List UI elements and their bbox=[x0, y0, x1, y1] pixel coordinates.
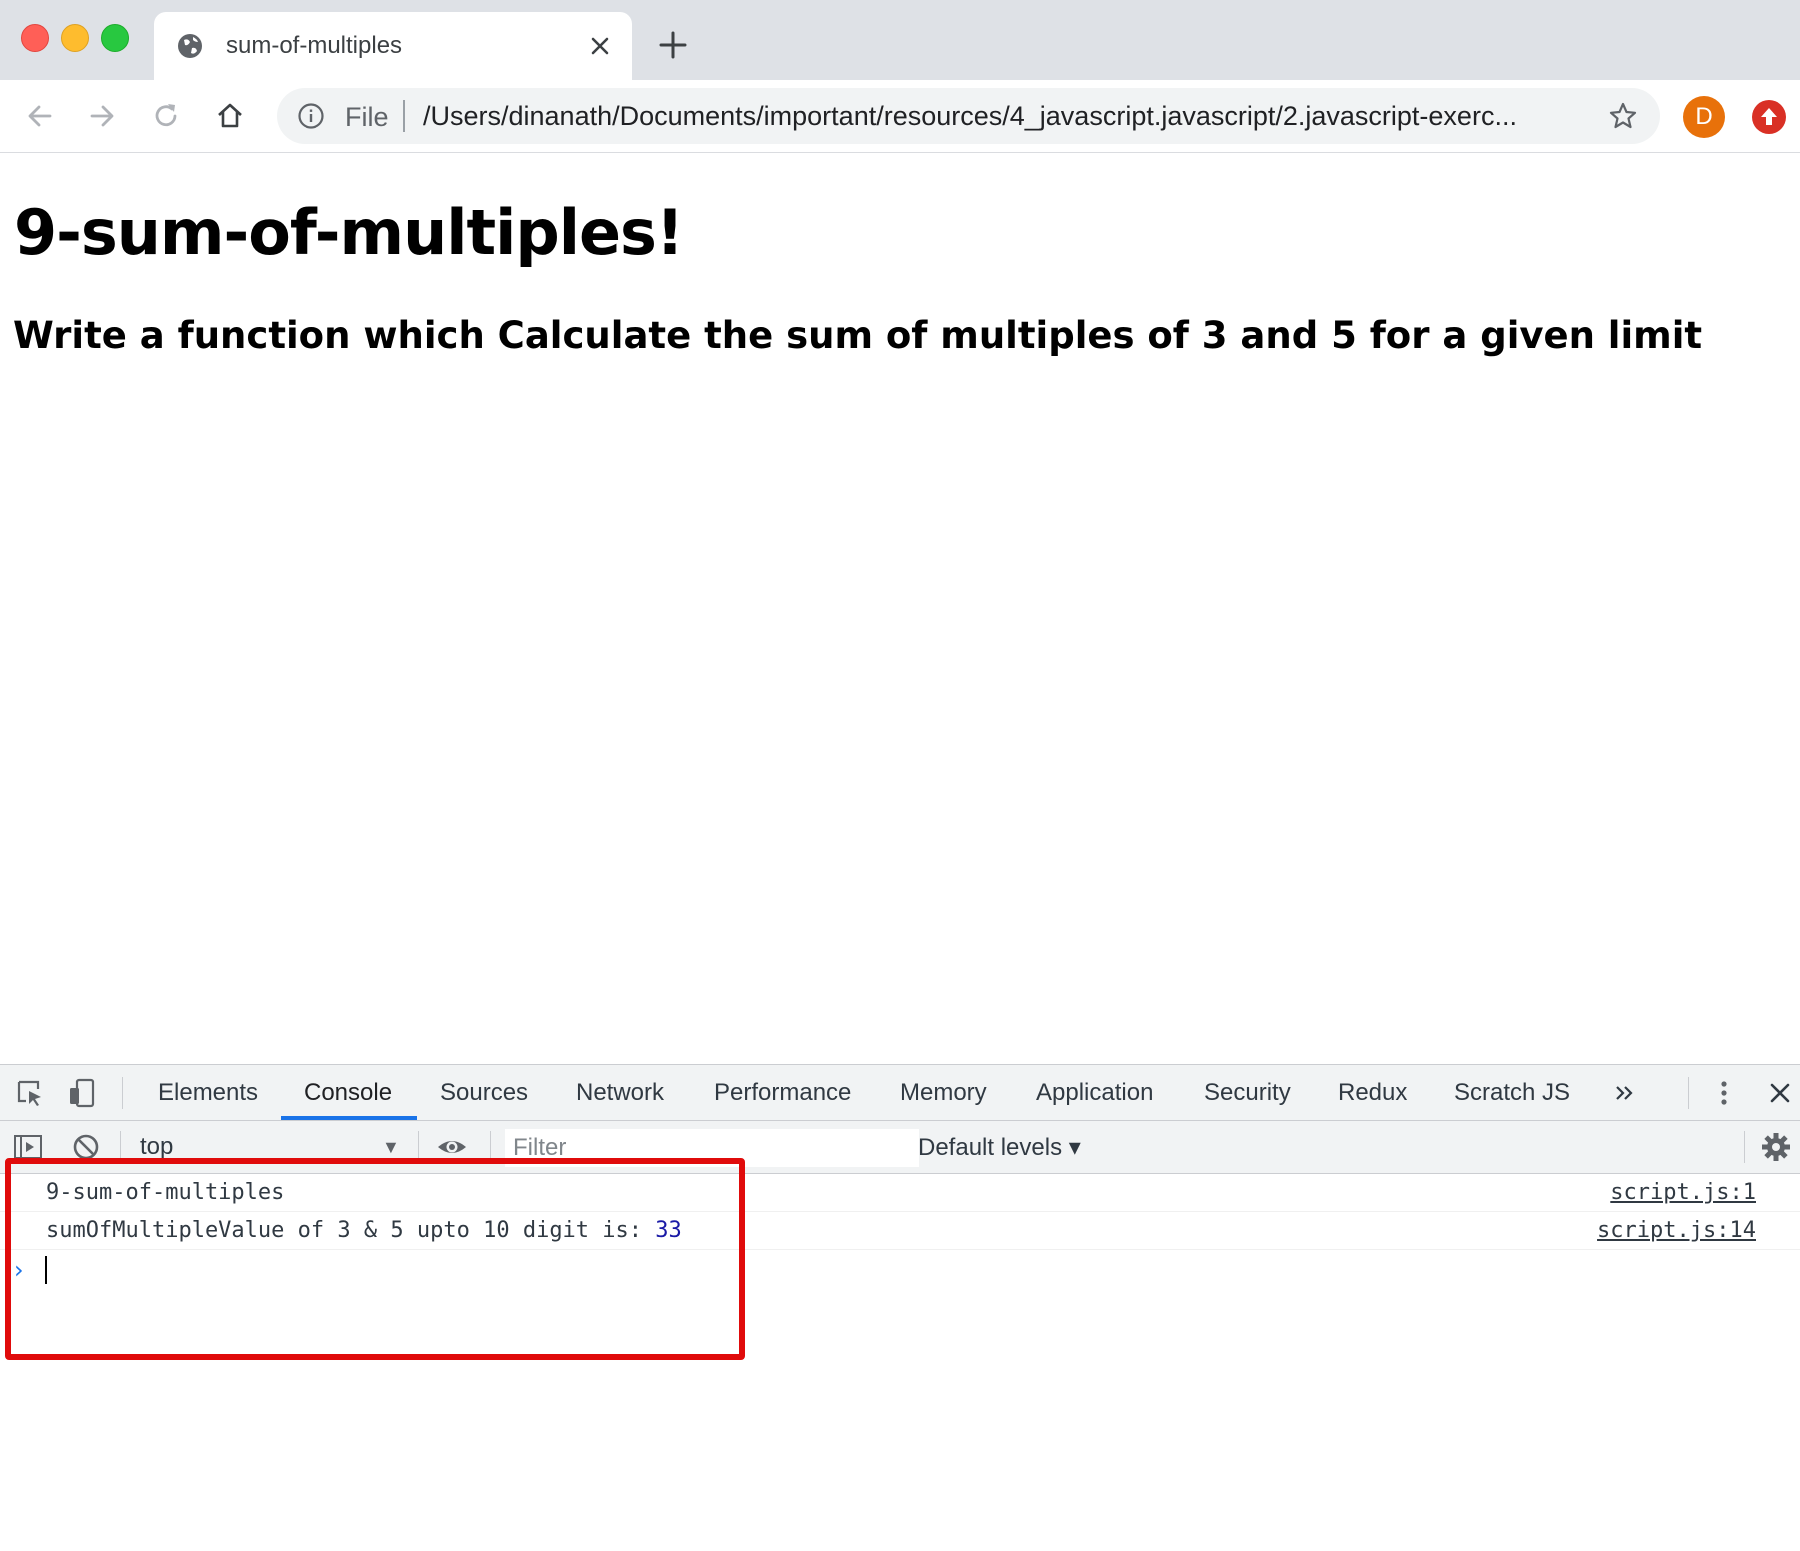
tab-network[interactable]: Network bbox=[576, 1079, 664, 1107]
page-title: 9-sum-of-multiples! bbox=[14, 196, 684, 269]
log-levels-label: Default levels bbox=[918, 1134, 1063, 1161]
minimize-window-button[interactable] bbox=[61, 24, 89, 52]
url-scheme: File bbox=[345, 102, 389, 132]
close-window-button[interactable] bbox=[21, 24, 49, 52]
back-arrow-icon[interactable] bbox=[22, 98, 58, 134]
tab-redux[interactable]: Redux bbox=[1338, 1079, 1407, 1107]
extension-upload-icon[interactable] bbox=[1752, 100, 1786, 134]
page-subtitle: Write a function which Calculate the sum… bbox=[13, 314, 1703, 357]
tab-elements[interactable]: Elements bbox=[158, 1079, 258, 1107]
device-toolbar-icon[interactable] bbox=[66, 1077, 98, 1109]
devtools-divider bbox=[1688, 1077, 1689, 1109]
tab-memory[interactable]: Memory bbox=[900, 1079, 987, 1107]
forward-arrow-icon[interactable] bbox=[84, 98, 120, 134]
active-tab-indicator bbox=[281, 1116, 417, 1120]
kebab-menu-icon[interactable] bbox=[1708, 1077, 1740, 1109]
devtools-tab-bar: Elements Console Sources Network Perform… bbox=[0, 1065, 1800, 1121]
devtools-divider bbox=[122, 1077, 123, 1109]
log-levels-dropdown[interactable]: Default levels ▾ bbox=[918, 1133, 1081, 1162]
new-tab-icon[interactable] bbox=[656, 28, 690, 62]
home-icon[interactable] bbox=[212, 98, 248, 134]
close-tab-icon[interactable] bbox=[584, 30, 616, 62]
reload-icon[interactable] bbox=[148, 98, 184, 134]
tab-title: sum-of-multiples bbox=[226, 32, 403, 59]
bookmark-star-icon[interactable] bbox=[1607, 100, 1639, 132]
tab-scratch-js[interactable]: Scratch JS bbox=[1454, 1079, 1570, 1107]
filter-divider bbox=[1744, 1131, 1745, 1163]
log-source-link[interactable]: script.js:14 bbox=[1597, 1218, 1756, 1243]
address-bar[interactable]: File /Users/dinanath/Documents/important… bbox=[277, 88, 1660, 144]
tab-sources[interactable]: Sources bbox=[440, 1079, 528, 1107]
maximize-window-button[interactable] bbox=[101, 24, 129, 52]
omnibox-divider bbox=[403, 100, 405, 132]
globe-icon bbox=[178, 34, 202, 58]
tab-performance[interactable]: Performance bbox=[714, 1079, 851, 1107]
tab-strip: sum-of-multiples bbox=[0, 0, 1800, 80]
highlight-annotation-box bbox=[5, 1158, 745, 1360]
log-source-link[interactable]: script.js:1 bbox=[1610, 1180, 1756, 1205]
info-icon[interactable] bbox=[297, 102, 325, 130]
settings-gear-icon[interactable] bbox=[1760, 1131, 1792, 1163]
profile-avatar[interactable]: D bbox=[1683, 96, 1725, 138]
tab-console[interactable]: Console bbox=[304, 1079, 392, 1107]
browser-toolbar: File /Users/dinanath/Documents/important… bbox=[0, 80, 1800, 153]
close-devtools-icon[interactable] bbox=[1764, 1077, 1796, 1109]
url-text[interactable]: /Users/dinanath/Documents/important/reso… bbox=[423, 101, 1517, 132]
context-selector[interactable]: top bbox=[140, 1133, 173, 1161]
context-dropdown-arrow-icon[interactable]: ▼ bbox=[382, 1137, 400, 1158]
more-tabs-chevron-icon[interactable] bbox=[1608, 1077, 1640, 1109]
tab-security[interactable]: Security bbox=[1204, 1079, 1291, 1107]
browser-tab[interactable]: sum-of-multiples bbox=[154, 12, 632, 80]
tab-application[interactable]: Application bbox=[1036, 1079, 1153, 1107]
inspect-element-icon[interactable] bbox=[14, 1077, 46, 1109]
